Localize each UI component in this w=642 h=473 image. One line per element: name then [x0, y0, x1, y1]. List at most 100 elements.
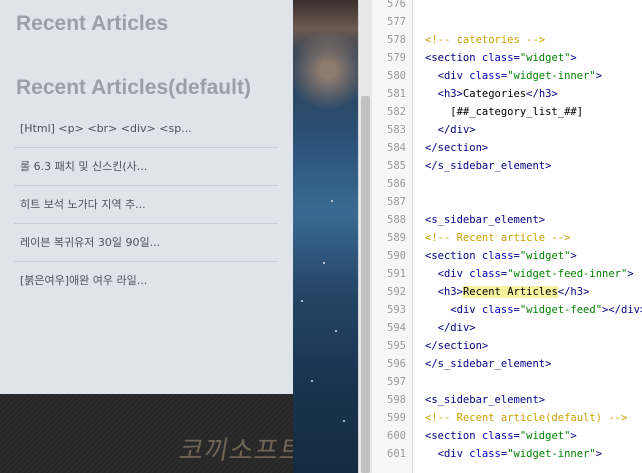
footer-logo: 코끼소프트	[176, 436, 307, 466]
line-number: 583	[387, 124, 406, 136]
line-code: </section>	[425, 337, 488, 355]
code-token: </s_sidebar_element>	[425, 160, 552, 172]
line-number: 586	[387, 178, 406, 190]
line-code: </div>	[425, 319, 476, 337]
line-code: <s_sidebar_element>	[425, 391, 545, 409]
line-number: 593	[387, 304, 406, 316]
code-token: "widget-inner"	[507, 70, 596, 82]
line-code: <!-- Recent article -->	[425, 229, 570, 247]
code-token: <s_sidebar_element>	[425, 394, 546, 406]
code-token: class	[469, 448, 501, 460]
code-token: "widget"	[519, 250, 571, 262]
code-token: </div>	[437, 124, 476, 136]
code-token: >	[570, 430, 577, 442]
line-number: 587	[387, 196, 406, 208]
blog-sidebar-preview: Recent Articles Recent Articles(default)…	[0, 0, 293, 394]
article-link[interactable]: 레이븐 복귀유저 30일 90일...	[14, 224, 278, 262]
line-number: 597	[387, 376, 406, 388]
code-token: </h3>	[526, 88, 558, 100]
blog-footer: 코끼소프트	[0, 394, 307, 473]
line-code: </div>	[425, 121, 476, 139]
line-number: 599	[387, 412, 406, 424]
code-token: >	[595, 70, 603, 82]
code-token: [##_category_list_##]	[425, 106, 584, 118]
code-token: "widget-inner"	[507, 448, 596, 460]
code-token: <s_sidebar_element>	[425, 214, 546, 226]
code-token: >	[627, 268, 634, 280]
line-code: [##_category_list_##]	[425, 103, 583, 121]
line-number: 580	[387, 70, 406, 82]
code-token: </section>	[425, 340, 489, 352]
code-token: "widget"	[519, 430, 571, 442]
line-number: 578	[387, 34, 406, 46]
code-token: class	[469, 70, 501, 82]
article-link[interactable]: 롤 6.3 패치 및 신스킨(사...	[14, 148, 278, 186]
article-link[interactable]: 히트 보석 노가다 지역 추...	[14, 186, 278, 224]
code-token: Categories	[462, 88, 527, 100]
line-number: 592	[387, 286, 406, 298]
editor-scrollbar[interactable]	[358, 0, 372, 473]
line-number: 594	[387, 322, 406, 334]
line-code: <h3>Categories</h3>	[425, 85, 558, 103]
line-number: 598	[387, 394, 406, 406]
line-number: 585	[387, 160, 406, 172]
line-number: 596	[387, 358, 406, 370]
code-token: "widget-feed-inner"	[507, 268, 628, 280]
line-code: <div class="widget-inner">	[425, 445, 602, 463]
code-token: >	[570, 52, 577, 64]
line-code: <h3>Recent Articles</h3>	[425, 283, 589, 301]
line-number: 595	[387, 340, 406, 352]
line-code: <section class="widget">	[425, 49, 577, 67]
recent-article-list: [Html] <p> <br> <div> <sp... 롤 6.3 패치 및 …	[14, 110, 278, 300]
star	[323, 262, 325, 264]
star	[335, 330, 337, 332]
code-token: <!-- Recent article -->	[425, 232, 571, 244]
code-editor[interactable]: 576 577 578 <!-- catetories --> 579 <section …	[372, 0, 642, 473]
code-token: <section	[425, 52, 482, 64]
line-code: <s_sidebar_element>	[425, 211, 545, 229]
code-token: "widget"	[519, 52, 571, 64]
background-space-image	[293, 0, 358, 473]
scrollbar-thumb[interactable]	[361, 96, 370, 473]
line-number: 576	[387, 0, 406, 10]
code-token: </h3>	[557, 286, 590, 298]
code-token: <div	[437, 268, 470, 280]
code-token: class	[481, 430, 514, 442]
recent-articles-default-heading: Recent Articles(default)	[16, 76, 251, 99]
code-token: <section	[425, 430, 482, 442]
line-code: <div class="widget-feed-inner">	[425, 265, 634, 283]
code-token: <section	[425, 250, 482, 262]
code-token: <h3>	[437, 88, 463, 100]
code-token: <div	[437, 448, 470, 460]
line-code: </s_sidebar_element>	[425, 157, 551, 175]
line-code: </s_sidebar_element>	[425, 355, 551, 373]
star	[343, 420, 345, 422]
line-code: <!-- catetories -->	[425, 31, 545, 49]
line-number: 601	[387, 448, 406, 460]
code-token: <!-- Recent article(default) -->	[425, 412, 628, 424]
code-token: ></div>	[602, 304, 642, 316]
article-link[interactable]: [Html] <p> <br> <div> <sp...	[14, 110, 278, 148]
code-token: </s_sidebar_element>	[425, 358, 552, 370]
line-number: 577	[387, 16, 406, 28]
article-link[interactable]: [붉은여우]애완 여우 라일...	[14, 262, 278, 300]
line-number: 582	[387, 106, 406, 118]
recent-articles-heading: Recent Articles	[16, 12, 169, 35]
line-code: <div class="widget-inner">	[425, 67, 602, 85]
code-token: class	[481, 304, 514, 316]
line-number: 590	[387, 250, 406, 262]
star	[331, 200, 333, 202]
code-token: "widget-feed"	[519, 304, 603, 316]
star	[311, 380, 313, 382]
star	[301, 300, 303, 302]
line-code: <div class="widget-feed"></div>	[425, 301, 642, 319]
code-token: Recent Articles	[462, 286, 558, 298]
code-token: </section>	[425, 142, 489, 154]
code-token: class	[481, 52, 514, 64]
